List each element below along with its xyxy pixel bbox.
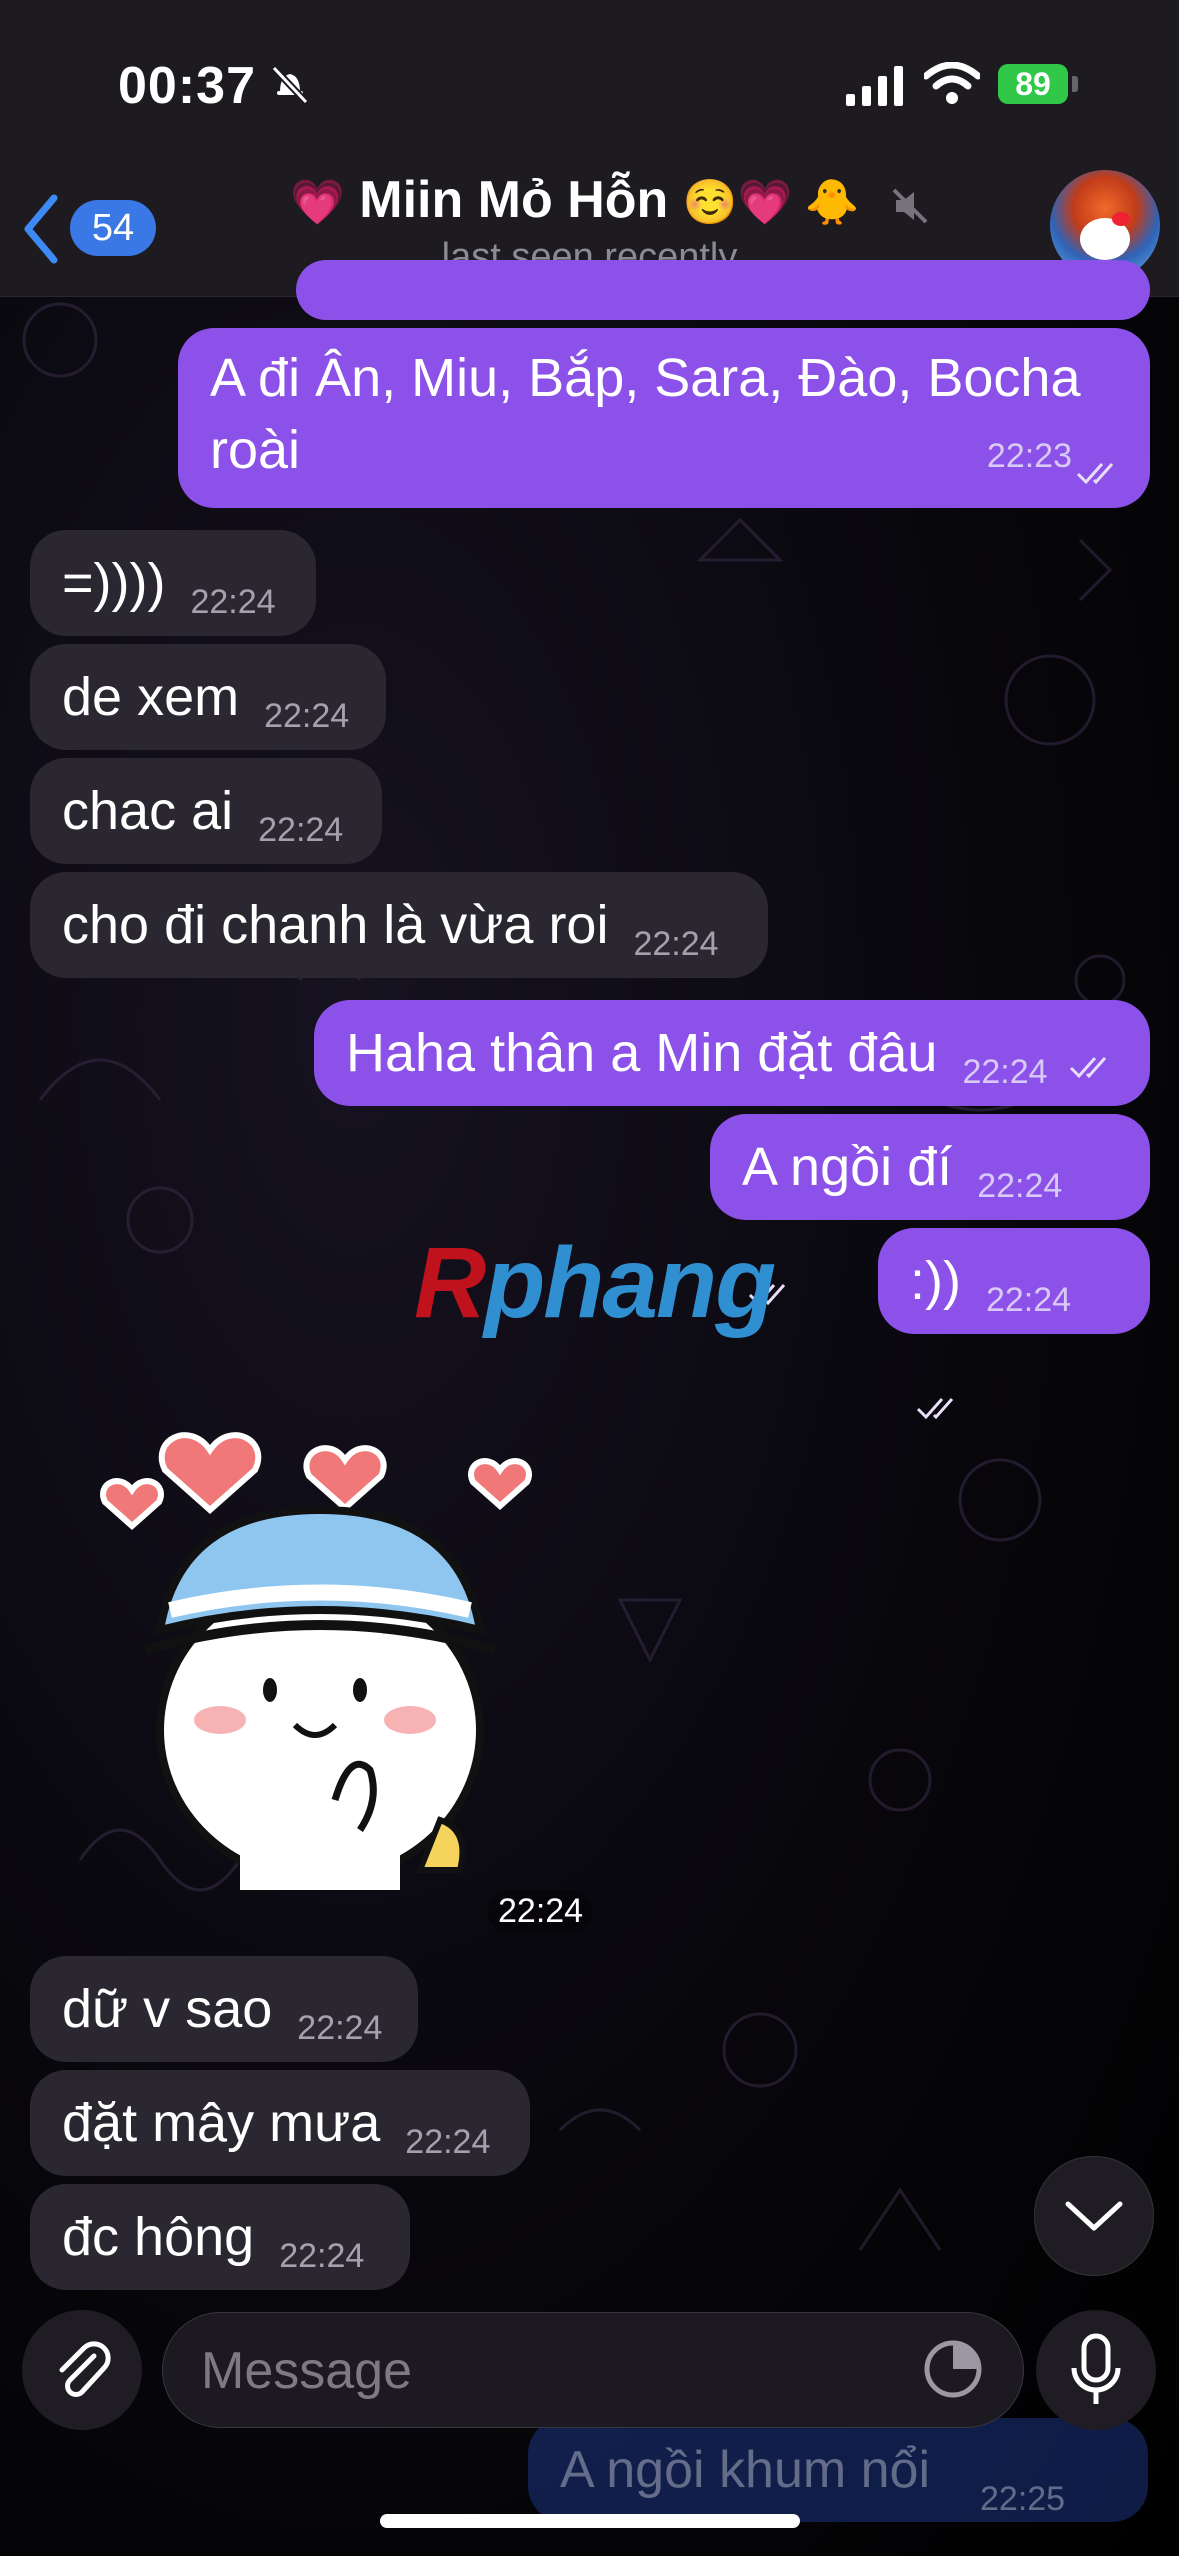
message-bubble-incoming[interactable]: =)))) 22:24: [30, 530, 316, 636]
message-bubble-outgoing[interactable]: A đi Ân, Miu, Bắp, Sara, Đào, Bocha roài…: [178, 328, 1150, 508]
message-text: Haha thân a Min đặt đâu: [346, 1023, 938, 1083]
message-time: 22:24: [279, 2237, 365, 2275]
chat-title[interactable]: 💗 Miin Mỏ Hỗn ☺️💗 🐥: [290, 170, 859, 230]
message-text: đặt mây mưa: [62, 2093, 381, 2153]
home-indicator[interactable]: [380, 2514, 800, 2528]
message-preview-text: A ngồi khum nổi: [560, 2441, 931, 2499]
double-check-icon: [1076, 463, 1114, 485]
sticker-image[interactable]: [90, 1380, 570, 1900]
message-time: 22:24: [297, 2009, 383, 2047]
avatar-bow: [1112, 212, 1130, 226]
message-bubble-outgoing[interactable]: Haha thân a Min đặt đâu 22:24: [314, 1000, 1150, 1106]
message-bubble-incoming[interactable]: đặt mây mưa 22:24: [30, 2070, 530, 2176]
title-suffix-emojis: ☺️💗 🐥: [682, 178, 860, 227]
message-time: 22:24: [264, 697, 350, 735]
message-text: A ngồi đí: [742, 1137, 953, 1197]
message-bubble-incoming[interactable]: de xem 22:24: [30, 644, 386, 750]
sticker-time: 22:24: [488, 1890, 594, 1933]
message-text: dữ v sao: [62, 1979, 273, 2039]
sticker-icon[interactable]: [921, 2337, 985, 2401]
double-check-icon: [1069, 1056, 1106, 1078]
voice-record-button[interactable]: [1036, 2310, 1156, 2430]
message-text: đc hông: [62, 2207, 255, 2267]
message-time: 22:24: [258, 811, 344, 849]
message-time: 22:24: [977, 1167, 1063, 1205]
message-text: :)): [910, 1251, 961, 1311]
message-preview-time: 22:25: [980, 2480, 1066, 2518]
microphone-icon: [1071, 2333, 1121, 2404]
wifi-icon: [924, 62, 980, 104]
message-text-line1: A đi Ân, Miu, Bắp, Sara, Đào, Bocha: [210, 348, 1081, 408]
message-bubble-outgoing[interactable]: :)) 22:24: [878, 1228, 1150, 1419]
watermark-first-letter: R: [414, 1227, 486, 1339]
battery-tip: [1072, 76, 1078, 92]
message-input[interactable]: [199, 2313, 943, 2429]
message-time: 22:24: [962, 1053, 1048, 1091]
chevron-down-icon: [1065, 2201, 1123, 2231]
message-bubble-incoming[interactable]: chac ai 22:24: [30, 758, 382, 864]
message-input-container: [162, 2312, 1024, 2429]
scroll-to-bottom-button[interactable]: [1034, 2156, 1154, 2276]
message-time: 22:24: [985, 1281, 1072, 1319]
bell-muted-icon: [271, 65, 309, 105]
message-text: =)))): [62, 553, 166, 613]
message-text-line2: roài: [210, 420, 301, 480]
message-text: cho đi chanh là vừa roi: [62, 895, 609, 955]
header-bar: 00:37 89 54 💗 Miin Mỏ Hỗn ☺️💗 🐥 last see…: [0, 0, 1179, 297]
title-prefix-emoji: 💗: [290, 178, 345, 227]
message-bubble-incoming[interactable]: đc hông 22:24: [30, 2184, 410, 2290]
contact-name: Miin Mỏ Hỗn: [359, 171, 669, 229]
signal-icon: [846, 66, 903, 106]
message-time: 22:23: [986, 437, 1072, 475]
battery-indicator: 89: [998, 64, 1068, 104]
message-text: chac ai: [62, 781, 234, 841]
message-bubble-outgoing[interactable]: A ngồi đí 22:24: [710, 1114, 1150, 1305]
paperclip-icon: [59, 2341, 111, 2397]
attach-button[interactable]: [22, 2310, 142, 2430]
message-text: de xem: [62, 667, 240, 727]
status-time: 00:37: [118, 57, 256, 115]
battery-level: 89: [1015, 65, 1051, 102]
message-bubble-partial[interactable]: [296, 260, 1150, 320]
message-time: 22:24: [190, 583, 276, 621]
message-bubble-incoming[interactable]: cho đi chanh là vừa roi 22:24: [30, 872, 768, 978]
message-bubble-incoming[interactable]: dữ v sao 22:24: [30, 1956, 418, 2062]
message-time: 22:24: [633, 925, 719, 963]
message-time: 22:24: [405, 2123, 491, 2161]
muted-speaker-icon: [892, 188, 928, 224]
double-check-icon: [916, 1397, 954, 1419]
watermark-rest: phang: [484, 1227, 776, 1339]
watermark-logo: Rphang: [414, 1226, 776, 1341]
